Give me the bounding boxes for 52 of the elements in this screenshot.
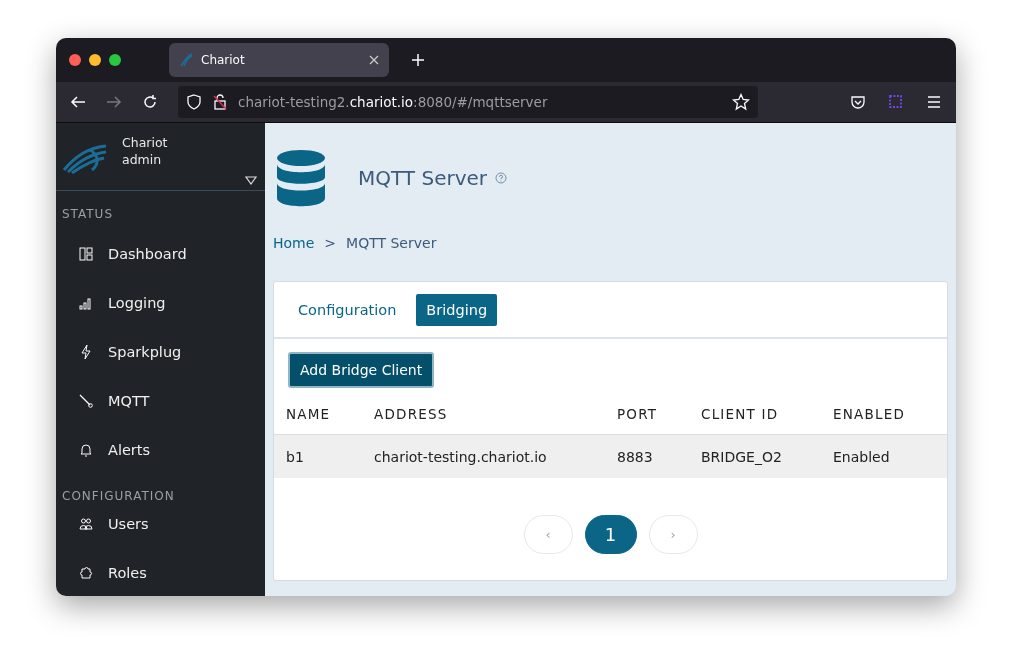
user-name: admin	[122, 150, 163, 168]
url-text: chariot-testing2.chariot.io:8080/#/mqttserver	[238, 94, 549, 110]
column-header: CLIENT ID	[701, 406, 779, 422]
close-window-button[interactable]	[69, 54, 81, 66]
nav-item[interactable]: Dashboard	[56, 229, 265, 278]
table-cell: BRIDGE_O2	[701, 448, 782, 465]
table-cell: b1	[286, 448, 304, 465]
nav-item[interactable]: Logging	[56, 278, 265, 327]
bookmark-star-icon[interactable]	[732, 93, 750, 111]
dropdown-caret-icon[interactable]	[245, 176, 257, 185]
close-icon[interactable]	[369, 55, 379, 65]
add-bridge-client-button[interactable]: Add Bridge Client	[288, 352, 435, 388]
page-title: MQTT Server	[358, 166, 488, 190]
address-bar[interactable]: chariot-testing2.chariot.io:8080/#/mqttserver	[178, 86, 758, 118]
column-header: NAME	[286, 406, 331, 422]
breadcrumb-link[interactable]: Home	[273, 235, 315, 251]
nav-item[interactable]: Roles	[56, 548, 265, 596]
minimize-window-button[interactable]	[89, 54, 101, 66]
column-header: PORT	[617, 406, 658, 422]
nav-item[interactable]: MQTT	[56, 376, 265, 425]
bell-icon	[78, 441, 94, 458]
table-cell: 8883	[617, 448, 653, 465]
pen-icon	[78, 392, 94, 409]
forward-icon[interactable]	[106, 94, 122, 110]
column-header: ENABLED	[833, 406, 905, 422]
app-name: Chariot	[122, 133, 168, 151]
breadcrumb-current: MQTT Server	[346, 235, 437, 251]
reload-icon[interactable]	[142, 94, 158, 110]
menu-icon[interactable]	[926, 95, 942, 109]
logo-icon	[179, 53, 193, 67]
section-header: STATUS	[62, 207, 114, 221]
screenshot-icon[interactable]	[888, 94, 904, 110]
bolt-icon	[78, 343, 94, 360]
new-tab-icon[interactable]	[411, 53, 425, 67]
browser-tab[interactable]: Chariot	[169, 43, 389, 77]
pocket-icon[interactable]	[850, 94, 866, 110]
tab[interactable]: Configuration	[288, 293, 407, 326]
nav-item[interactable]: Sparkplug	[56, 327, 265, 376]
table-cell: chariot-testing.chariot.io	[374, 448, 547, 465]
back-icon[interactable]	[70, 94, 86, 110]
dashboard-icon	[78, 245, 94, 262]
tab[interactable]: Bridging	[416, 293, 498, 326]
insecure-lock-icon	[212, 94, 228, 110]
table-cell: Enabled	[833, 448, 890, 465]
zoom-window-button[interactable]	[109, 54, 121, 66]
page-button[interactable]: 1	[584, 515, 637, 554]
breadcrumb-separator: >	[324, 235, 337, 251]
users-icon	[78, 515, 94, 532]
nav-item[interactable]: Alerts	[56, 425, 265, 474]
database-icon	[276, 149, 326, 207]
shield-icon	[186, 94, 202, 110]
column-header: ADDRESS	[374, 406, 448, 422]
